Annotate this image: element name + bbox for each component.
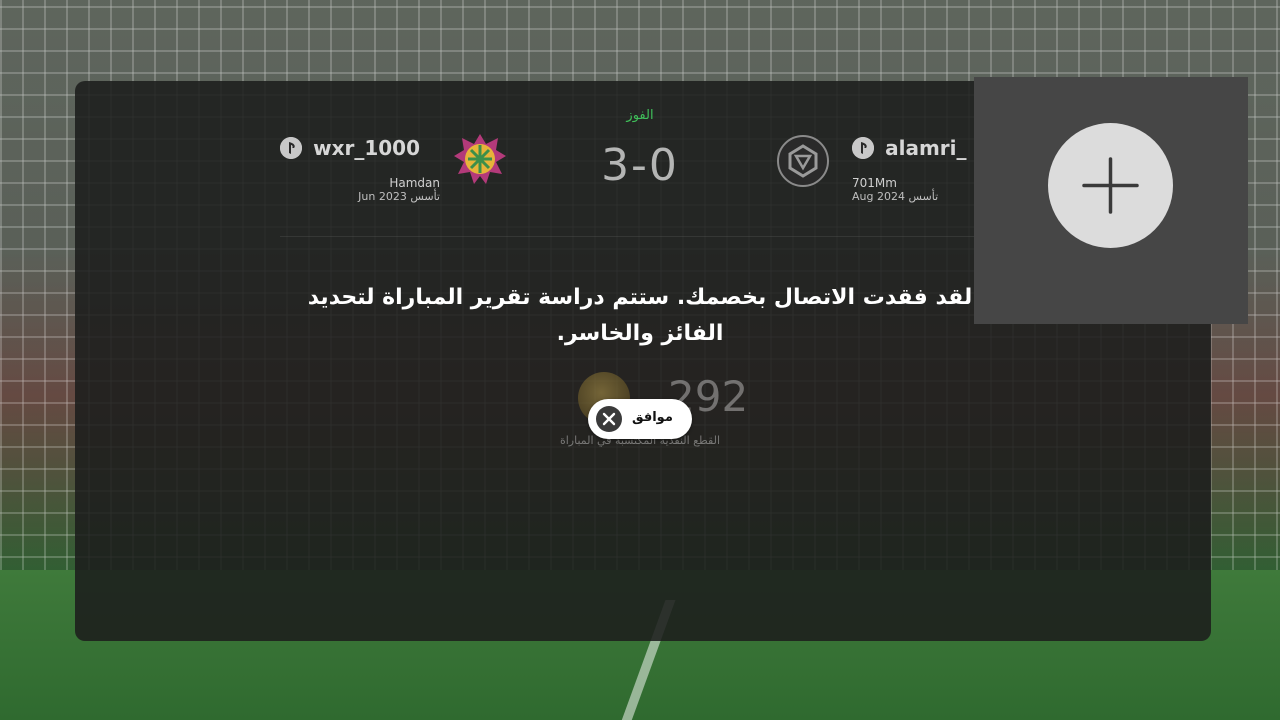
home-club-name: Hamdan	[389, 176, 440, 190]
home-founded-label: تأسس	[410, 190, 440, 203]
away-founded-label: تأسس	[908, 190, 939, 203]
plus-icon	[1082, 157, 1139, 214]
home-club-crest	[452, 132, 508, 188]
away-club-crest	[776, 134, 830, 188]
away-club-name: 701Mm	[852, 176, 897, 190]
playstation-icon	[852, 137, 874, 159]
ok-button[interactable]: موافق	[588, 399, 692, 439]
away-player-name: alamri_	[885, 136, 967, 160]
disconnect-message: لقد فقدت الاتصال بخصمك. ستتم دراسة تقرير…	[307, 285, 973, 346]
home-player-name: wxr_1000	[313, 136, 420, 160]
away-club-info: 701Mm Aug 2024 تأسس	[852, 176, 938, 203]
away-player: alamri_	[852, 136, 967, 160]
home-player: wxr_1000	[280, 136, 420, 160]
ok-button-label: موافق	[632, 410, 673, 425]
header-divider	[280, 236, 980, 237]
playstation-icon	[280, 137, 302, 159]
circle-x-button-icon	[596, 406, 622, 432]
add-button[interactable]	[1048, 123, 1173, 248]
away-founded-date: Aug 2024	[852, 190, 905, 203]
match-score: 3-0	[601, 140, 679, 191]
home-club-info: Hamdan Jun 2023 تأسس	[340, 176, 440, 203]
home-founded-date: Jun 2023	[358, 190, 407, 203]
